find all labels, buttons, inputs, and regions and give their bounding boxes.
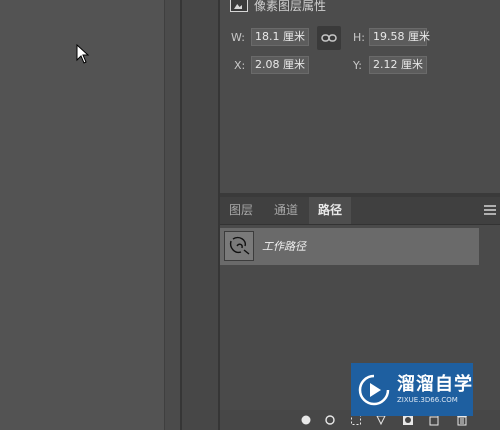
- play-logo-icon: [358, 374, 390, 405]
- height-label: H:: [353, 31, 365, 44]
- watermark-logo: 溜溜自学 ZIXUE.3D66.COM: [351, 363, 473, 416]
- pixel-layer-icon: [230, 0, 248, 12]
- path-name-label: 工作路径: [262, 240, 306, 253]
- watermark-url: ZIXUE.3D66.COM: [397, 395, 458, 404]
- properties-title-label: 像素图层属性: [254, 0, 327, 13]
- y-position-field[interactable]: 2.12 厘米: [369, 56, 427, 74]
- panel-dock-gap: [180, 0, 220, 430]
- stroke-path-icon[interactable]: [324, 414, 336, 426]
- properties-title: 像素图层属性: [230, 0, 326, 14]
- y-label: Y:: [353, 59, 362, 72]
- properties-scrollbar[interactable]: [492, 0, 500, 193]
- tab-paths[interactable]: 路径: [309, 197, 351, 224]
- tab-channels[interactable]: 通道: [264, 197, 308, 224]
- tab-layers[interactable]: 图层: [220, 197, 262, 224]
- properties-panel: 像素图层属性 W: 18.1 厘米 H: 19.58 厘米 X: 2.08 厘米…: [220, 0, 500, 193]
- path-list-item[interactable]: 工作路径: [220, 228, 479, 265]
- x-label: X:: [234, 59, 246, 72]
- panel-tabs: 图层 通道 路径: [220, 197, 500, 225]
- path-shape-icon: [229, 236, 250, 255]
- width-field[interactable]: 18.1 厘米: [251, 28, 309, 46]
- fill-path-icon[interactable]: [300, 414, 312, 426]
- chain-link-icon: [321, 34, 337, 42]
- width-label: W:: [231, 31, 245, 44]
- panel-collapse-strip: [164, 0, 181, 430]
- x-position-field[interactable]: 2.08 厘米: [251, 56, 309, 74]
- height-field[interactable]: 19.58 厘米: [369, 28, 430, 46]
- link-dimensions-button[interactable]: [317, 26, 341, 50]
- panel-menu-icon[interactable]: [484, 205, 496, 215]
- canvas-area[interactable]: [0, 0, 164, 430]
- path-thumbnail: [224, 231, 254, 261]
- watermark-brand: 溜溜自学: [397, 373, 473, 395]
- mouse-cursor-icon: [76, 44, 90, 64]
